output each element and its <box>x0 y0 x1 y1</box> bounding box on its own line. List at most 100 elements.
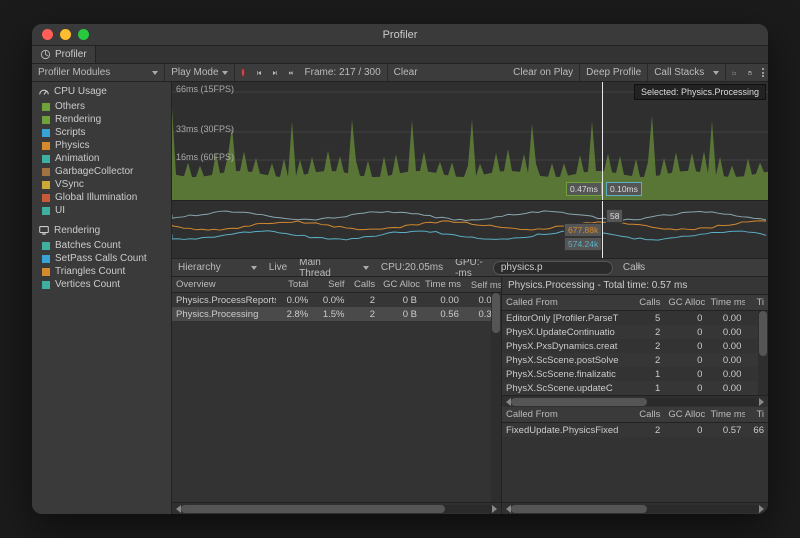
toolbar: Profiler Modules Play Mode Frame: 217 / … <box>32 64 768 82</box>
category-label: Triangles Count <box>55 266 125 277</box>
context-menu-button[interactable] <box>758 68 768 77</box>
window-controls <box>42 29 89 40</box>
color-swatch <box>42 194 50 202</box>
maximize-button[interactable] <box>78 29 89 40</box>
category-label: GarbageCollector <box>55 166 133 177</box>
color-swatch <box>42 255 50 263</box>
live-toggle[interactable]: Live <box>263 259 293 276</box>
load-button[interactable] <box>726 64 742 81</box>
gridline-33ms: 33ms (30FPS) <box>176 124 234 134</box>
current-frame-button[interactable] <box>283 64 299 81</box>
hierarchy-rows[interactable]: Physics.ProcessReports0.0%0.0%20 B0.000.… <box>172 293 501 502</box>
category-animation[interactable]: Animation <box>32 152 171 165</box>
category-ui[interactable]: UI <box>32 204 171 217</box>
prev-frame-button[interactable] <box>251 64 267 81</box>
called-from-rows[interactable]: EditorOnly [Profiler.ParseT500.00PhysX.U… <box>502 311 768 395</box>
calls-to-header[interactable]: Called From Calls GC Alloc Time ms Ti <box>502 407 768 423</box>
frame-counter: Frame: 217 / 300 <box>299 64 387 81</box>
gridline-66ms: 66ms (15FPS) <box>176 84 234 94</box>
color-swatch <box>42 181 50 189</box>
skip-back-icon <box>257 68 261 78</box>
hierarchy-header[interactable]: Overview Total Self Calls GC Alloc Time … <box>172 277 501 293</box>
scroll-right-icon[interactable] <box>759 398 764 406</box>
called-from-header[interactable]: Called From Calls GC Alloc Time ms Ti <box>502 295 768 311</box>
category-label: SetPass Calls Count <box>55 253 147 264</box>
scroll-right-icon[interactable] <box>759 505 764 513</box>
chevron-down-icon <box>363 266 369 270</box>
category-batches-count[interactable]: Batches Count <box>32 239 171 252</box>
category-vertices-count[interactable]: Vertices Count <box>32 278 171 291</box>
table-row[interactable]: PhysX.UpdateContinuatio200.00 <box>502 325 768 339</box>
calls-to-hscroll[interactable] <box>502 502 768 514</box>
view-mode-dropdown[interactable]: Hierarchy <box>172 259 263 276</box>
marker-others: 0.47ms <box>566 182 602 196</box>
category-global-illumination[interactable]: Global Illumination <box>32 191 171 204</box>
hierarchy-pane: Overview Total Self Calls GC Alloc Time … <box>172 277 502 514</box>
table-row[interactable]: PhysX.ScScene.postSolve200.00 <box>502 353 768 367</box>
table-row[interactable]: PhysX.ScScene.finalizatic100.00 <box>502 367 768 381</box>
clear-button[interactable]: Clear <box>388 64 424 81</box>
clear-on-play-toggle[interactable]: Clear on Play <box>507 64 579 81</box>
color-swatch <box>42 129 50 137</box>
vertical-scrollbar[interactable] <box>758 311 768 395</box>
table-row[interactable]: FixedUpdate.PhysicsFixed200.5766 <box>502 423 768 437</box>
color-swatch <box>42 155 50 163</box>
close-button[interactable] <box>42 29 53 40</box>
category-label: Others <box>55 101 85 112</box>
details-view-dropdown[interactable]: Calls <box>617 259 768 276</box>
minimize-button[interactable] <box>60 29 71 40</box>
table-row[interactable]: Physics.Processing2.8%1.5%20 B0.560.31 <box>172 307 501 321</box>
save-button[interactable] <box>742 64 758 81</box>
table-row[interactable]: PhysX.PxsDynamics.creat200.00 <box>502 339 768 353</box>
rend-chart-svg <box>172 201 768 258</box>
deep-profile-toggle[interactable]: Deep Profile <box>580 64 647 81</box>
marker-vertices: 574.24k <box>564 237 602 251</box>
category-physics[interactable]: Physics <box>32 139 171 152</box>
record-icon <box>241 68 245 77</box>
tab-label: Profiler <box>55 49 87 60</box>
category-vsync[interactable]: VSync <box>32 178 171 191</box>
color-swatch <box>42 116 50 124</box>
hierarchy-hscroll[interactable] <box>172 502 501 514</box>
color-swatch <box>42 207 50 215</box>
category-label: Rendering <box>55 114 101 125</box>
module-rendering[interactable]: Rendering Batches CountSetPass Calls Cou… <box>32 221 171 291</box>
category-scripts[interactable]: Scripts <box>32 126 171 139</box>
calls-to-rows[interactable]: FixedUpdate.PhysicsFixed200.5766 <box>502 423 768 502</box>
category-others[interactable]: Others <box>32 100 171 113</box>
category-garbagecollector[interactable]: GarbageCollector <box>32 165 171 178</box>
fast-forward-icon <box>289 68 293 78</box>
category-triangles-count[interactable]: Triangles Count <box>32 265 171 278</box>
table-row[interactable]: Physics.ProcessReports0.0%0.0%20 B0.000.… <box>172 293 501 307</box>
vertical-scrollbar[interactable] <box>491 293 501 502</box>
category-rendering[interactable]: Rendering <box>32 113 171 126</box>
marker-scripts: 0.10ms <box>606 182 642 196</box>
category-label: UI <box>55 205 65 216</box>
calls-summary: Physics.Processing - Total time: 0.57 ms <box>502 277 768 295</box>
module-cpu-usage[interactable]: CPU Usage OthersRenderingScriptsPhysicsA… <box>32 82 171 217</box>
playhead[interactable] <box>602 82 603 200</box>
selected-badge: Selected: Physics.Processing <box>634 84 766 100</box>
chevron-down-icon <box>152 71 158 75</box>
chevron-down-icon <box>713 71 719 75</box>
playmode-dropdown[interactable]: Play Mode <box>165 64 233 81</box>
color-swatch <box>42 242 50 250</box>
search-input[interactable]: × <box>493 261 613 275</box>
table-row[interactable]: EditorOnly [Profiler.ParseT500.00 <box>502 311 768 325</box>
search-field[interactable] <box>501 262 633 273</box>
calls-pane: Physics.Processing - Total time: 0.57 ms… <box>502 277 768 514</box>
rendering-graph[interactable]: 58 677.88k 574.24k <box>172 200 768 258</box>
cpu-usage-graph[interactable]: 66ms (15FPS) 33ms (30FPS) 16ms (60FPS) S… <box>172 82 768 200</box>
record-button[interactable] <box>235 64 251 81</box>
titlebar: Profiler <box>32 24 768 46</box>
tab-profiler[interactable]: Profiler <box>32 46 96 63</box>
call-stacks-dropdown[interactable]: Call Stacks <box>648 64 725 81</box>
next-frame-button[interactable] <box>267 64 283 81</box>
profiler-modules-dropdown[interactable]: Profiler Modules <box>32 64 164 81</box>
chevron-down-icon <box>222 71 228 75</box>
thread-dropdown[interactable]: Main Thread <box>293 259 375 276</box>
scroll-right-icon[interactable] <box>492 505 497 513</box>
table-row[interactable]: PhysX.ScScene.updateC100.00 <box>502 381 768 395</box>
called-from-hscroll[interactable] <box>502 395 768 407</box>
category-setpass-calls-count[interactable]: SetPass Calls Count <box>32 252 171 265</box>
